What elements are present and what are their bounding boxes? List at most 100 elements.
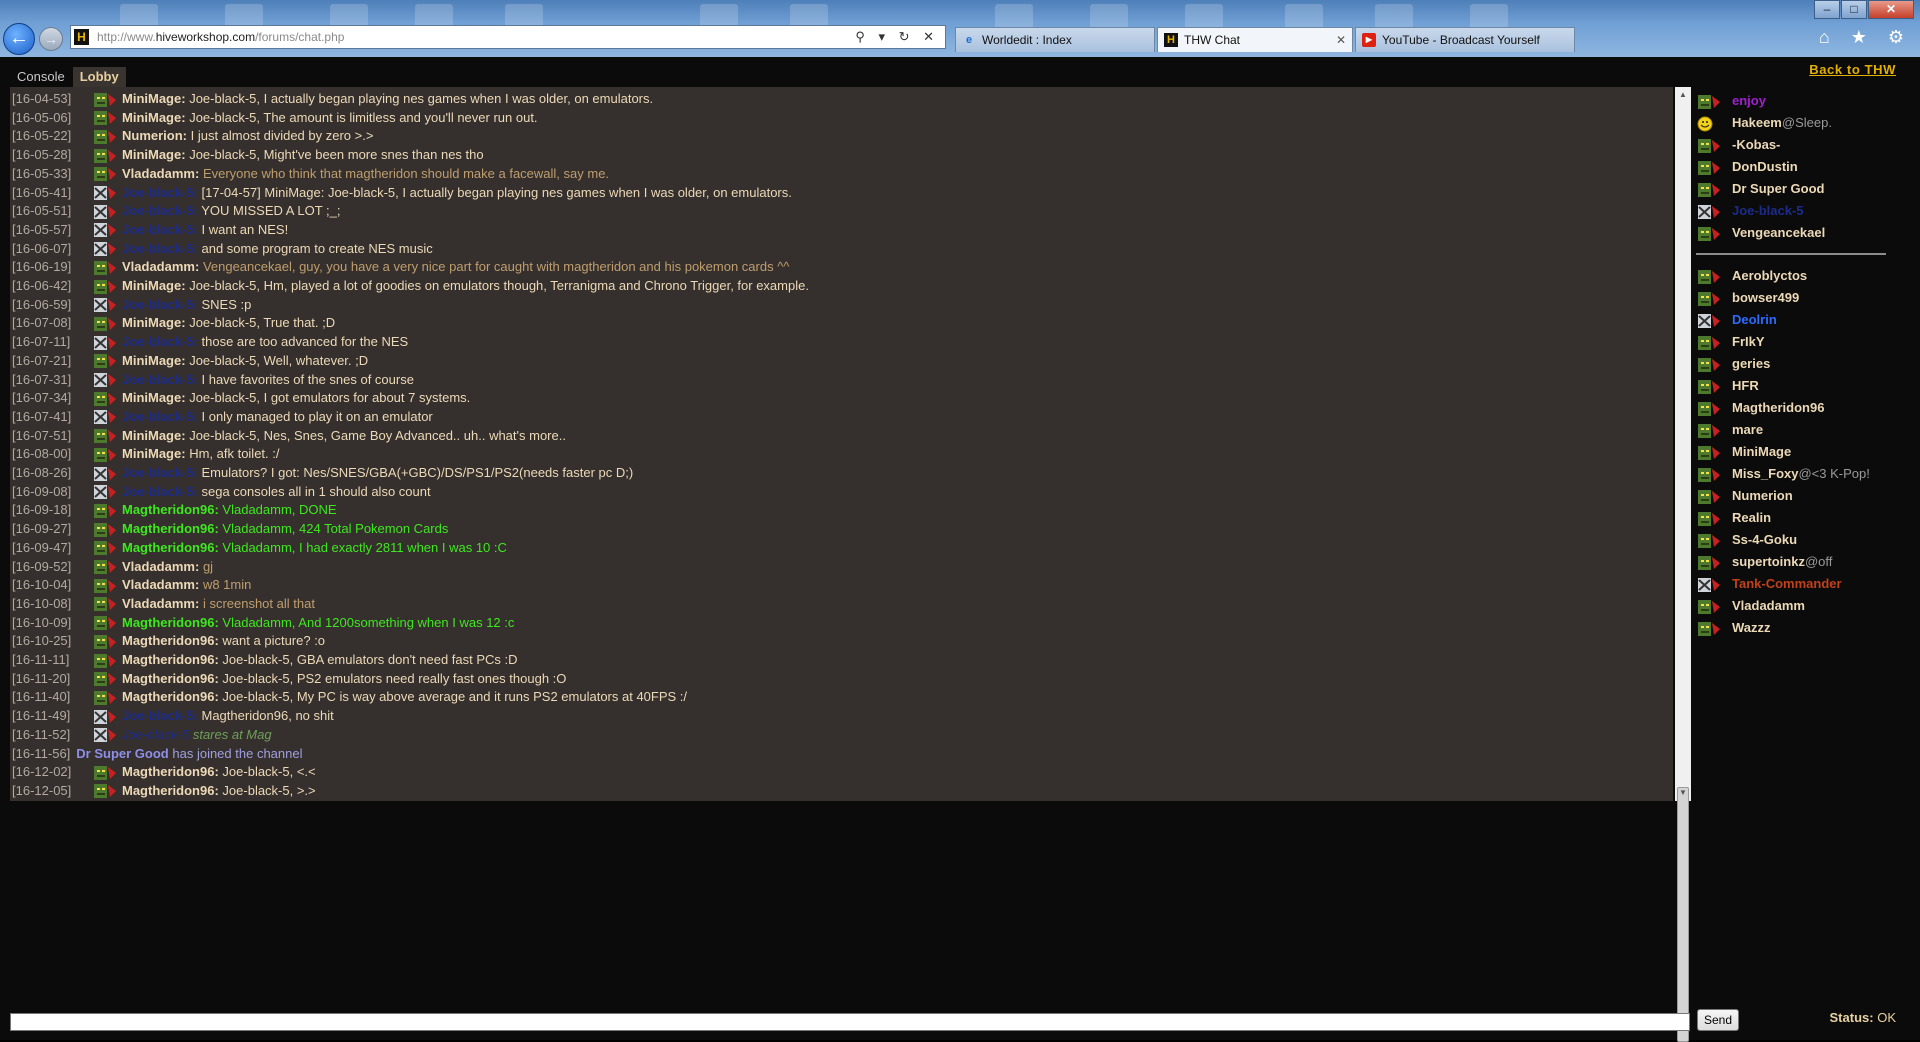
message-text: stares at Mag <box>192 726 272 742</box>
message-author[interactable]: Numerion: <box>122 128 187 143</box>
message-author[interactable]: MiniMage: <box>122 446 186 461</box>
user-list-item[interactable]: Aeroblyctos <box>1696 266 1807 286</box>
user-list-item[interactable]: Magtheridon96 <box>1696 398 1824 418</box>
tab-youtube[interactable]: ▶ YouTube - Broadcast Yourself <box>1355 27 1575 52</box>
message-author[interactable]: MiniMage: <box>122 315 186 330</box>
user-name: Wazzz <box>1732 620 1771 635</box>
message-author[interactable]: Joe-black-5: <box>122 409 198 424</box>
message-author[interactable]: Joe-black-5: <box>122 465 198 480</box>
tab-console[interactable]: Console <box>10 67 72 87</box>
message-author[interactable]: Magtheridon96: <box>122 652 219 667</box>
orc-avatar-icon <box>92 764 118 782</box>
user-list-item[interactable]: Deolrin <box>1696 310 1777 330</box>
tab-thw-chat[interactable]: H THW Chat ✕ <box>1157 27 1353 52</box>
message-author[interactable]: MiniMage: <box>122 353 186 368</box>
user-list-item[interactable]: MiniMage <box>1696 442 1791 462</box>
message-author[interactable]: Vladadamm: <box>122 596 199 611</box>
address-tools[interactable]: ⚲ ▾ ↻ ✕ <box>855 29 939 45</box>
message-author[interactable]: MiniMage: <box>122 390 186 405</box>
message-author[interactable]: Magtheridon96: <box>122 615 219 630</box>
user-list-item[interactable]: FrIkY <box>1696 332 1765 352</box>
message-author[interactable]: Magtheridon96: <box>122 633 219 648</box>
user-list-item[interactable]: HFR <box>1696 376 1759 396</box>
message-timestamp: [16-10-25] <box>12 633 72 649</box>
message-author[interactable]: MiniMage: <box>122 278 186 293</box>
message-author[interactable]: Vladadamm: <box>122 559 199 574</box>
user-name: FrIkY <box>1732 334 1765 349</box>
user-list-item[interactable]: DonDustin <box>1696 157 1798 177</box>
scroll-up-icon[interactable]: ▲ <box>1675 87 1691 103</box>
joe-avatar-icon <box>92 296 118 314</box>
message-author[interactable]: MiniMage: <box>122 110 186 125</box>
message-author[interactable]: Joe-black-5: <box>122 241 198 256</box>
user-list-item[interactable]: Joe-black-5 <box>1696 201 1804 221</box>
message-author[interactable]: Joe-black-5: <box>122 297 198 312</box>
user-list-item[interactable]: -Kobas- <box>1696 135 1780 155</box>
message-author[interactable]: Dr Super Good <box>76 746 168 761</box>
back-button[interactable]: ← <box>3 23 35 55</box>
close-window-button[interactable]: ✕ <box>1868 0 1914 19</box>
message-scrollbar[interactable]: ▲ ▼ <box>1675 87 1691 1042</box>
address-bar[interactable]: H http://www.hiveworkshop.com/forums/cha… <box>70 25 946 49</box>
user-list-item[interactable]: Realin <box>1696 508 1771 528</box>
minimize-button[interactable]: – <box>1814 0 1840 19</box>
message-author[interactable]: Joe-black-5: <box>122 484 198 499</box>
message-list: [16-04-53] MiniMage: Joe-black-5, I actua… <box>10 87 1673 801</box>
message-row: [16-05-41] Joe-black-5: [17-04-57] MiniMa… <box>12 183 792 203</box>
message-row: [16-05-33] Vladadamm: Everyone who think … <box>12 164 609 184</box>
scroll-down-icon[interactable]: ▼ <box>1675 785 1691 801</box>
message-author[interactable]: Magtheridon96: <box>122 689 219 704</box>
message-author[interactable]: Joe-black-5: <box>122 334 198 349</box>
user-list-item[interactable]: mare <box>1696 420 1763 440</box>
orc-avatar-icon <box>1696 137 1722 155</box>
message-author[interactable]: Joe-black-5: <box>122 185 198 200</box>
user-list-item[interactable]: enjoy <box>1696 91 1766 111</box>
maximize-button[interactable]: □ <box>1841 0 1867 19</box>
user-list-item[interactable]: Hakeem@Sleep. <box>1696 113 1832 133</box>
user-list-item[interactable]: Numerion <box>1696 486 1793 506</box>
message-author[interactable]: Joe-black-5: <box>122 203 198 218</box>
user-list-item[interactable]: Dr Super Good <box>1696 179 1824 199</box>
user-list-item[interactable]: Miss_Foxy@<3 K-Pop! <box>1696 464 1870 484</box>
user-list-item[interactable]: Ss-4-Goku <box>1696 530 1797 550</box>
tab-lobby[interactable]: Lobby <box>72 67 126 87</box>
message-author[interactable]: Magtheridon96: <box>122 521 219 536</box>
message-author[interactable]: Vladadamm: <box>122 259 199 274</box>
user-list-item[interactable]: supertoinkz@off <box>1696 552 1832 572</box>
message-author[interactable]: MiniMage: <box>122 428 186 443</box>
message-author[interactable]: Vladadamm: <box>122 577 199 592</box>
send-button[interactable]: Send <box>1697 1009 1739 1031</box>
user-list-item[interactable]: Vengeancekael <box>1696 223 1825 243</box>
message-author[interactable]: Joe-black-5: <box>122 708 198 723</box>
chat-message-input[interactable] <box>10 1013 1690 1031</box>
message-author[interactable]: Magtheridon96: <box>122 540 219 555</box>
message-row: [16-05-57] Joe-black-5: I want an NES! <box>12 220 288 240</box>
user-list-item[interactable]: Tank-Commander <box>1696 574 1842 594</box>
message-author[interactable]: Joe-black-5 <box>122 727 189 742</box>
forward-button[interactable]: → <box>39 27 63 51</box>
message-author[interactable]: Vladadamm: <box>122 166 199 181</box>
message-author[interactable]: Magtheridon96: <box>122 502 219 517</box>
user-list-item[interactable]: bowser499 <box>1696 288 1799 308</box>
message-author[interactable]: Magtheridon96: <box>122 783 219 798</box>
message-author[interactable]: Joe-black-5: <box>122 222 198 237</box>
back-to-thw-link[interactable]: Back to THW <box>1809 62 1896 77</box>
browser-tools[interactable]: ⌂ ★ ⚙ <box>1819 27 1912 48</box>
scrollbar-thumb[interactable] <box>1677 787 1689 1042</box>
user-list-item[interactable]: Wazzz <box>1696 618 1771 638</box>
message-timestamp: [16-09-18] <box>12 502 72 518</box>
tab-worldedit[interactable]: e Worldedit : Index <box>955 27 1155 52</box>
user-name: HFR <box>1732 378 1759 393</box>
orc-avatar-icon <box>1696 312 1722 330</box>
message-timestamp: [16-10-08] <box>12 595 72 611</box>
message-author[interactable]: Joe-black-5: <box>122 372 198 387</box>
user-list-item[interactable]: geries <box>1696 354 1770 374</box>
message-author[interactable]: Magtheridon96: <box>122 671 219 686</box>
message-author[interactable]: MiniMage: <box>122 147 186 162</box>
user-list-item[interactable]: Vladadamm <box>1696 596 1805 616</box>
message-author[interactable]: MiniMage: <box>122 91 186 106</box>
close-icon[interactable]: ✕ <box>1336 28 1346 52</box>
message-author[interactable]: Magtheridon96: <box>122 764 219 779</box>
message-timestamp: [16-05-06] <box>12 109 72 125</box>
status-value: OK <box>1877 1010 1896 1025</box>
